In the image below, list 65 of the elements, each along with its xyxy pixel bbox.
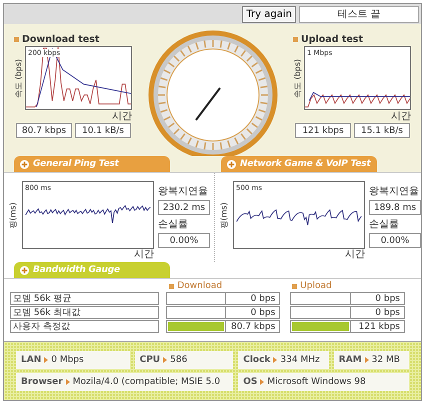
bandwidth-value: 0 bps xyxy=(350,306,405,319)
info-label: Clock xyxy=(243,355,270,365)
info-label: Browser xyxy=(21,377,63,387)
info-label: LAN xyxy=(21,355,42,365)
arrow-icon xyxy=(163,357,168,363)
axis-label: 핑(ms) xyxy=(8,202,18,228)
axis-label: 속도 (bps) xyxy=(14,58,24,98)
bandwidth-value: 0 bps xyxy=(226,292,280,305)
arrow-icon xyxy=(44,357,48,363)
info-value: 586 xyxy=(170,355,188,365)
bandwidth-value: 121 kbps xyxy=(350,320,405,333)
ping-tab[interactable]: General Ping Test xyxy=(14,156,170,172)
latency-value: 230.2 ms xyxy=(158,200,210,215)
info-value: Mozila/4.0 (compatible; MSIE 5.0 xyxy=(72,377,220,387)
info-value: 0 Mbps xyxy=(51,355,84,365)
bandwidth-bar xyxy=(166,292,226,305)
throughput-value: 10.1 kB/s xyxy=(75,123,131,138)
stat-label: 왕복지연율 xyxy=(369,185,420,198)
arrow-icon xyxy=(66,379,70,385)
bandwidth-value: 80.7 kbps xyxy=(226,320,280,333)
axis-label: 시간 xyxy=(391,111,411,122)
column-header: Download xyxy=(177,281,222,291)
axis-label: 속도 (bps) xyxy=(292,58,304,98)
bullet-icon xyxy=(292,284,298,288)
throughput-value: 15.1 kB/s xyxy=(354,123,410,138)
test-title: Download test xyxy=(22,34,100,45)
bandwidth-tab[interactable]: Bandwidth Gauge xyxy=(14,262,170,278)
axis-label: 시간 xyxy=(134,249,154,260)
info-value: 32 MB xyxy=(372,355,400,365)
stat-label: 손실률 xyxy=(369,218,400,231)
axis-label: 핑(ms) xyxy=(218,202,230,228)
row-label: 모뎀 56k 최대값 xyxy=(10,306,159,319)
arrow-icon xyxy=(364,357,369,363)
latency-value: 189.8 ms xyxy=(369,200,421,215)
row-label: 모뎀 56k 평균 xyxy=(10,292,159,305)
info-label: OS xyxy=(243,377,258,387)
axis-label: 시간 xyxy=(112,111,132,122)
arrow-icon xyxy=(260,379,264,385)
plus-icon xyxy=(227,160,236,168)
bandwidth-bar xyxy=(290,292,351,305)
axis-label: 시간 xyxy=(345,249,365,260)
column-header: Upload xyxy=(300,281,332,291)
rate-value: 80.7 kbps xyxy=(16,123,72,138)
info-value: 334 MHz xyxy=(280,355,320,365)
stat-label: 손실률 xyxy=(158,218,189,231)
bandwidth-value: 0 bps xyxy=(350,292,405,305)
ping-tab[interactable]: Network Game & VoIP Test xyxy=(221,156,377,172)
loss-value: 0.00% xyxy=(369,233,421,248)
plus-icon xyxy=(20,160,29,168)
info-label: CPU xyxy=(140,355,160,365)
bandwidth-value: 0 bps xyxy=(226,306,280,319)
stat-label: 왕복지연율 xyxy=(158,185,209,198)
test-title: Upload test xyxy=(301,34,363,45)
loss-value: 0.00% xyxy=(158,233,210,248)
arrow-icon xyxy=(273,357,278,363)
rate-value: 121 kbps xyxy=(295,123,351,138)
info-label: RAM xyxy=(338,355,362,365)
bullet-icon xyxy=(14,37,19,42)
plus-icon xyxy=(20,266,29,274)
bullet-icon xyxy=(169,284,174,288)
bullet-icon xyxy=(293,37,298,42)
status-field: 테스트 끝 xyxy=(299,6,419,22)
info-value: Microsoft Windows 98 xyxy=(267,377,366,387)
row-label: 사용자 측정값 xyxy=(10,320,159,333)
try-again-button[interactable]: Try again xyxy=(242,6,296,22)
